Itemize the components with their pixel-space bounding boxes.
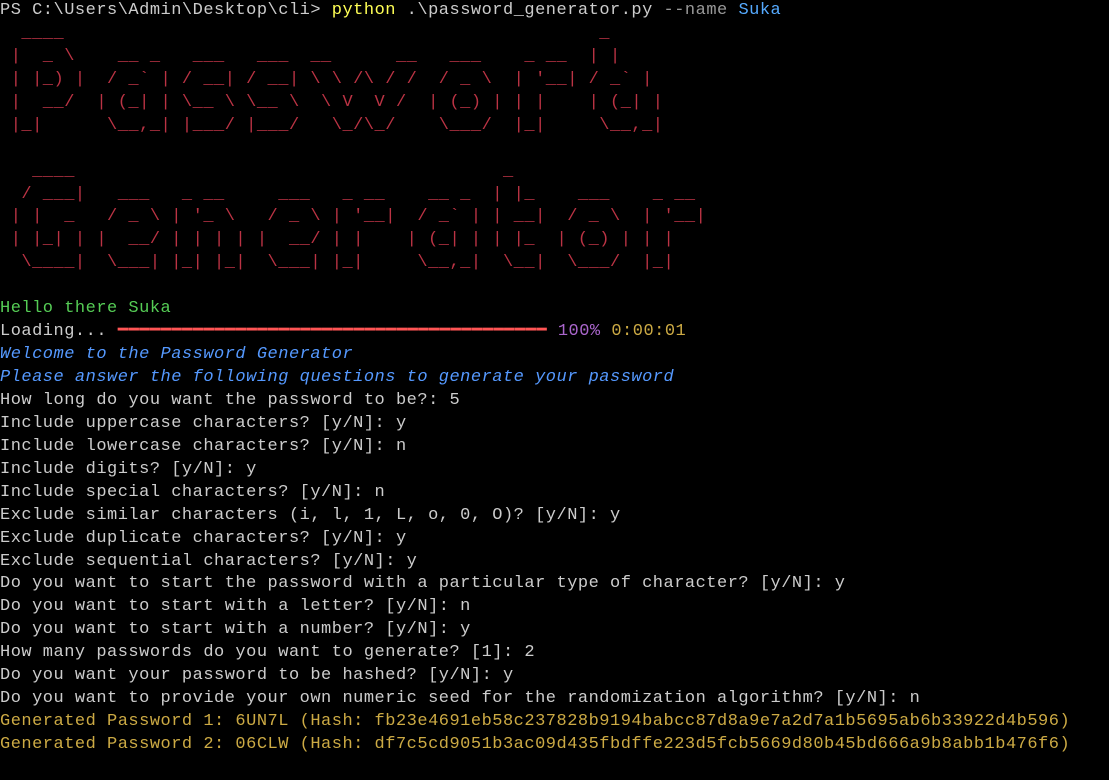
ps-prompt: PS C:\Users\Admin\Desktop\cli> xyxy=(0,1,332,20)
ascii-banner: ____ _ | _ \ __ _ ___ ___ __ __ ___ _ __… xyxy=(0,23,1109,298)
qa-line: How long do you want the password to be?… xyxy=(0,390,1109,413)
script-path: .\password_generator.py xyxy=(396,1,664,20)
qa-line: Exclude similar characters (i, l, 1, L, … xyxy=(0,505,1109,528)
name-argument: Suka xyxy=(728,1,782,20)
python-command: python xyxy=(332,1,396,20)
greeting-text: Hello there Suka xyxy=(0,298,1109,321)
generated-password-line: Generated Password 2: 06CLW (Hash: df7c5… xyxy=(0,734,1109,757)
command-prompt-line[interactable]: PS C:\Users\Admin\Desktop\cli> python .\… xyxy=(0,0,1109,23)
loading-label: Loading... xyxy=(0,322,118,341)
qa-line: Do you want to start the password with a… xyxy=(0,573,1109,596)
qa-line: Do you want your password to be hashed? … xyxy=(0,665,1109,688)
qa-line: Do you want to start with a number? [y/N… xyxy=(0,619,1109,642)
qa-line: Include lowercase characters? [y/N]: n xyxy=(0,436,1109,459)
name-flag: --name xyxy=(664,1,728,20)
qa-line: Do you want to provide your own numeric … xyxy=(0,688,1109,711)
welcome-text: Welcome to the Password Generator xyxy=(0,344,1109,367)
results-block: Generated Password 1: 6UN7L (Hash: fb23e… xyxy=(0,711,1109,757)
progress-bar: ━━━━━━━━━━━━━━━━━━━━━━━━━━━━━━━━━━━━━━━━ xyxy=(118,322,547,341)
loading-line: Loading... ━━━━━━━━━━━━━━━━━━━━━━━━━━━━━… xyxy=(0,321,1109,344)
qa-line: Do you want to start with a letter? [y/N… xyxy=(0,596,1109,619)
qa-line: Exclude duplicate characters? [y/N]: y xyxy=(0,528,1109,551)
qa-line: How many passwords do you want to genera… xyxy=(0,642,1109,665)
elapsed-time: 0:00:01 xyxy=(601,322,687,341)
generated-password-line: Generated Password 1: 6UN7L (Hash: fb23e… xyxy=(0,711,1109,734)
qa-line: Include special characters? [y/N]: n xyxy=(0,482,1109,505)
qa-line: Include digits? [y/N]: y xyxy=(0,459,1109,482)
progress-percent: 100% xyxy=(547,322,601,341)
qa-block: How long do you want the password to be?… xyxy=(0,390,1109,711)
instructions-text: Please answer the following questions to… xyxy=(0,367,1109,390)
qa-line: Exclude sequential characters? [y/N]: y xyxy=(0,551,1109,574)
qa-line: Include uppercase characters? [y/N]: y xyxy=(0,413,1109,436)
